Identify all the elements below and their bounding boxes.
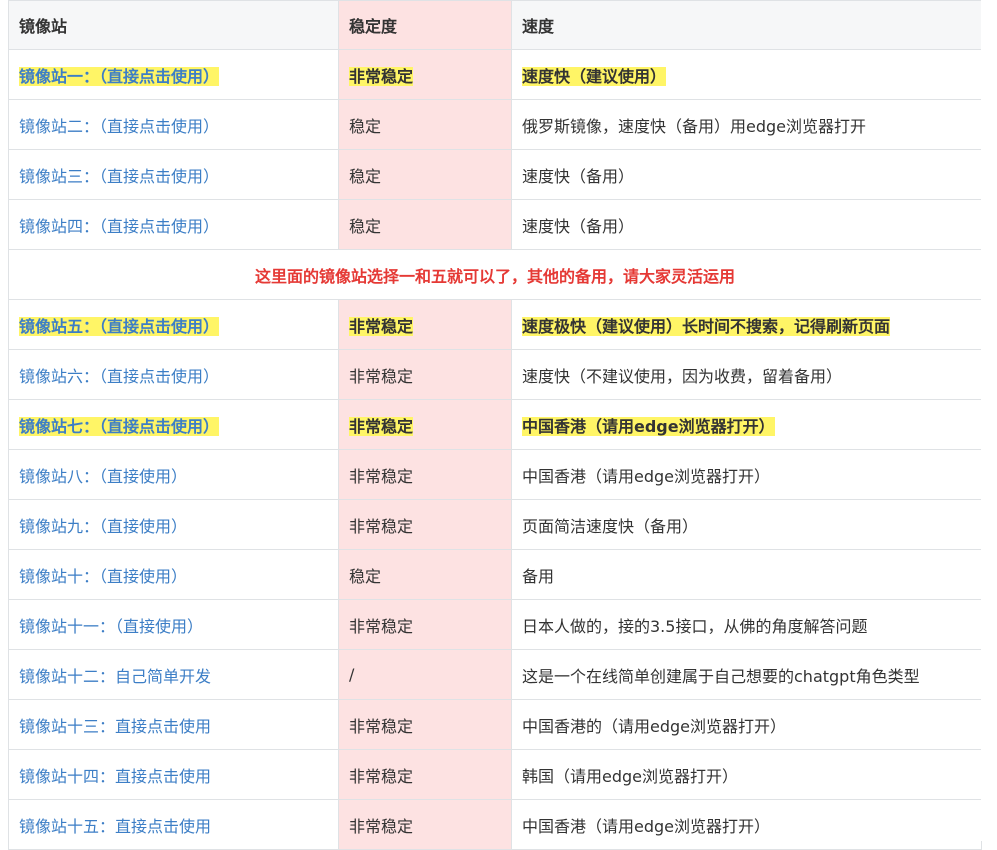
table-row: 镜像站二：（直接点击使用） 稳定 俄罗斯镜像，速度快（备用）用edge浏览器打开 <box>8 99 982 150</box>
mirror-cell: 镜像站三：（直接点击使用） <box>8 149 339 200</box>
mirror-link[interactable]: 镜像站七：（直接点击使用） <box>19 416 220 436</box>
speed-cell: 备用 <box>511 549 982 600</box>
mirror-link[interactable]: 镜像站十：（直接使用） <box>19 567 187 586</box>
mirror-table-container: 镜像站 稳定度 速度 镜像站一：（直接点击使用） 非常稳定 速度快（建议使用） … <box>8 0 982 850</box>
speed-cell: 速度快（备用） <box>511 199 982 250</box>
mirror-cell: 镜像站九：（直接使用） <box>8 499 339 550</box>
mirror-link[interactable]: 镜像站九：（直接使用） <box>19 517 187 536</box>
table-row: 镜像站十四：直接点击使用 非常稳定 韩国（请用edge浏览器打开） <box>8 749 982 800</box>
speed-value: 速度极快（建议使用）长时间不搜索，记得刷新页面 <box>522 316 891 336</box>
mirror-link[interactable]: 镜像站十一：（直接使用） <box>19 617 203 636</box>
header-stability: 稳定度 <box>338 0 512 50</box>
mirror-cell: 镜像站七：（直接点击使用） <box>8 399 339 450</box>
mirror-link[interactable]: 镜像站八：（直接使用） <box>19 467 187 486</box>
mirror-cell: 镜像站六：（直接点击使用） <box>8 349 339 400</box>
notice-row: 这里面的镜像站选择一和五就可以了，其他的备用，请大家灵活运用 <box>8 249 982 300</box>
header-row: 镜像站 稳定度 速度 <box>8 0 982 50</box>
stability-cell: / <box>338 649 512 700</box>
table-row: 镜像站十三：直接点击使用 非常稳定 中国香港的（请用edge浏览器打开） <box>8 699 982 750</box>
stability-cell: 稳定 <box>338 149 512 200</box>
stability-cell: 稳定 <box>338 99 512 150</box>
table-row: 镜像站十二：自己简单开发 / 这是一个在线简单创建属于自己想要的chatgpt角… <box>8 649 982 700</box>
speed-cell: 中国香港（请用edge浏览器打开） <box>511 799 982 850</box>
speed-cell: 速度极快（建议使用）长时间不搜索，记得刷新页面 <box>511 299 982 350</box>
speed-cell: 中国香港的（请用edge浏览器打开） <box>511 699 982 750</box>
table-row: 镜像站五：（直接点击使用） 非常稳定 速度极快（建议使用）长时间不搜索，记得刷新… <box>8 299 982 350</box>
table-header: 镜像站 稳定度 速度 <box>8 0 982 50</box>
table-row: 镜像站六：（直接点击使用） 非常稳定 速度快（不建议使用，因为收费，留着备用） <box>8 349 982 400</box>
mirror-cell: 镜像站十二：自己简单开发 <box>8 649 339 700</box>
speed-cell: 俄罗斯镜像，速度快（备用）用edge浏览器打开 <box>511 99 982 150</box>
table-row: 镜像站十一：（直接使用） 非常稳定 日本人做的，接的3.5接口，从佛的角度解答问… <box>8 599 982 650</box>
mirror-link[interactable]: 镜像站四：（直接点击使用） <box>19 217 219 236</box>
notice-text: 这里面的镜像站选择一和五就可以了，其他的备用，请大家灵活运用 <box>8 249 982 300</box>
mirror-cell: 镜像站十四：直接点击使用 <box>8 749 339 800</box>
mirror-link[interactable]: 镜像站二：（直接点击使用） <box>19 117 219 136</box>
speed-cell: 中国香港（请用edge浏览器打开） <box>511 449 982 500</box>
speed-cell: 速度快（备用） <box>511 149 982 200</box>
speed-cell: 中国香港（请用edge浏览器打开） <box>511 399 982 450</box>
mirror-cell: 镜像站十：（直接使用） <box>8 549 339 600</box>
mirror-cell: 镜像站十五：直接点击使用 <box>8 799 339 850</box>
stability-cell: 非常稳定 <box>338 49 512 100</box>
mirror-cell: 镜像站八：（直接使用） <box>8 449 339 500</box>
header-speed: 速度 <box>511 0 982 50</box>
stability-value: 非常稳定 <box>349 66 414 86</box>
stability-value: 非常稳定 <box>349 316 414 336</box>
stability-cell: 非常稳定 <box>338 699 512 750</box>
mirror-cell: 镜像站十三：直接点击使用 <box>8 699 339 750</box>
speed-value: 中国香港（请用edge浏览器打开） <box>522 416 775 436</box>
speed-cell: 韩国（请用edge浏览器打开） <box>511 749 982 800</box>
mirror-cell: 镜像站十一：（直接使用） <box>8 599 339 650</box>
speed-cell: 速度快（建议使用） <box>511 49 982 100</box>
table-row: 镜像站三：（直接点击使用） 稳定 速度快（备用） <box>8 149 982 200</box>
table-row: 镜像站九：（直接使用） 非常稳定 页面简洁速度快（备用） <box>8 499 982 550</box>
mirror-link[interactable]: 镜像站六：（直接点击使用） <box>19 367 219 386</box>
stability-cell: 非常稳定 <box>338 499 512 550</box>
mirror-cell: 镜像站一：（直接点击使用） <box>8 49 339 100</box>
table-row: 镜像站一：（直接点击使用） 非常稳定 速度快（建议使用） <box>8 49 982 100</box>
mirror-link[interactable]: 镜像站十五：直接点击使用 <box>19 817 211 836</box>
stability-cell: 非常稳定 <box>338 299 512 350</box>
mirror-link[interactable]: 镜像站一：（直接点击使用） <box>19 66 220 86</box>
mirror-cell: 镜像站五：（直接点击使用） <box>8 299 339 350</box>
speed-cell: 页面简洁速度快（备用） <box>511 499 982 550</box>
stability-cell: 稳定 <box>338 549 512 600</box>
mirror-cell: 镜像站二：（直接点击使用） <box>8 99 339 150</box>
table-row: 镜像站七：（直接点击使用） 非常稳定 中国香港（请用edge浏览器打开） <box>8 399 982 450</box>
mirror-link[interactable]: 镜像站十三：直接点击使用 <box>19 717 211 736</box>
mirror-link[interactable]: 镜像站十四：直接点击使用 <box>19 767 211 786</box>
table-row: 镜像站四：（直接点击使用） 稳定 速度快（备用） <box>8 199 982 250</box>
stability-cell: 非常稳定 <box>338 449 512 500</box>
table-row: 镜像站十：（直接使用） 稳定 备用 <box>8 549 982 600</box>
stability-cell: 稳定 <box>338 199 512 250</box>
table-row: 镜像站八：（直接使用） 非常稳定 中国香港（请用edge浏览器打开） <box>8 449 982 500</box>
page-right-margin <box>981 0 997 841</box>
speed-cell: 这是一个在线简单创建属于自己想要的chatgpt角色类型 <box>511 649 982 700</box>
table-row: 镜像站十五：直接点击使用 非常稳定 中国香港（请用edge浏览器打开） <box>8 799 982 850</box>
mirror-link[interactable]: 镜像站三：（直接点击使用） <box>19 167 219 186</box>
stability-cell: 非常稳定 <box>338 349 512 400</box>
mirror-table: 镜像站 稳定度 速度 镜像站一：（直接点击使用） 非常稳定 速度快（建议使用） … <box>8 0 982 850</box>
stability-cell: 非常稳定 <box>338 799 512 850</box>
stability-cell: 非常稳定 <box>338 599 512 650</box>
speed-cell: 速度快（不建议使用，因为收费，留着备用） <box>511 349 982 400</box>
stability-value: 非常稳定 <box>349 416 414 436</box>
mirror-link[interactable]: 镜像站五：（直接点击使用） <box>19 316 220 336</box>
stability-cell: 非常稳定 <box>338 749 512 800</box>
table-body: 镜像站一：（直接点击使用） 非常稳定 速度快（建议使用） 镜像站二：（直接点击使… <box>8 49 982 850</box>
speed-cell: 日本人做的，接的3.5接口，从佛的角度解答问题 <box>511 599 982 650</box>
mirror-cell: 镜像站四：（直接点击使用） <box>8 199 339 250</box>
header-mirror: 镜像站 <box>8 0 339 50</box>
stability-cell: 非常稳定 <box>338 399 512 450</box>
speed-value: 速度快（建议使用） <box>522 66 667 86</box>
mirror-link[interactable]: 镜像站十二：自己简单开发 <box>19 667 211 686</box>
